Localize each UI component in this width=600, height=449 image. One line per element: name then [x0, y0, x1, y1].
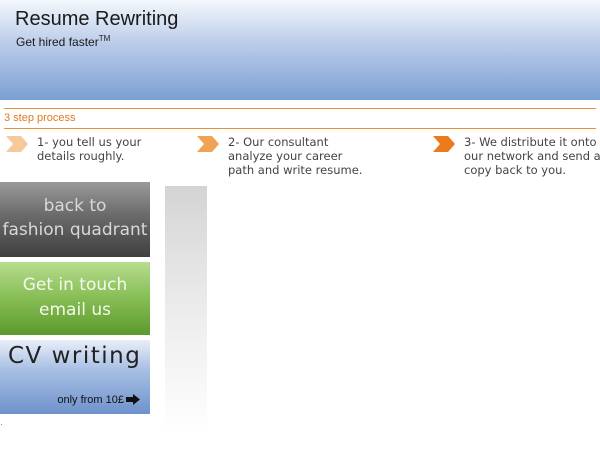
- get-in-touch-button[interactable]: Get in touch email us: [0, 262, 150, 335]
- contact-button-line-2: email us: [39, 300, 111, 320]
- cv-writing-title: CV writing: [8, 343, 142, 369]
- page-header: Resume Rewriting Get hired fasterTM: [0, 0, 600, 100]
- back-button-line-2: fashion quadrant: [2, 220, 148, 240]
- step-1-text: 1- you tell us your details roughly.: [37, 135, 142, 163]
- trademark-mark: TM: [98, 34, 111, 43]
- divider-bottom: [4, 128, 596, 129]
- cv-price-link[interactable]: only from 10£: [57, 394, 140, 406]
- site-tagline: Get hired fasterTM: [16, 34, 110, 49]
- divider-top: [4, 108, 596, 109]
- step-3-chevron-icon: [433, 136, 455, 152]
- contact-button-line-1: Get in touch: [22, 275, 128, 295]
- step-2-chevron-icon: [197, 136, 219, 152]
- step-3-text: 3- We distribute it onto our network and…: [464, 135, 600, 177]
- tagline-text: Get hired faster: [16, 35, 99, 49]
- step-1-chevron-icon: [6, 136, 28, 152]
- stray-dot: [1, 424, 2, 425]
- cv-price-text: only from 10£: [57, 394, 124, 406]
- site-title: Resume Rewriting: [15, 8, 179, 30]
- content-fade-column: [165, 186, 207, 434]
- step-2-text: 2- Our consultant analyze your career pa…: [228, 135, 363, 177]
- back-to-fashion-quadrant-button[interactable]: back to fashion quadrant: [0, 182, 150, 257]
- cv-writing-button[interactable]: CV writing only from 10£: [0, 340, 150, 414]
- arrow-right-icon: [126, 394, 140, 405]
- back-button-line-1: back to: [43, 196, 107, 216]
- process-heading: 3 step process: [4, 112, 76, 124]
